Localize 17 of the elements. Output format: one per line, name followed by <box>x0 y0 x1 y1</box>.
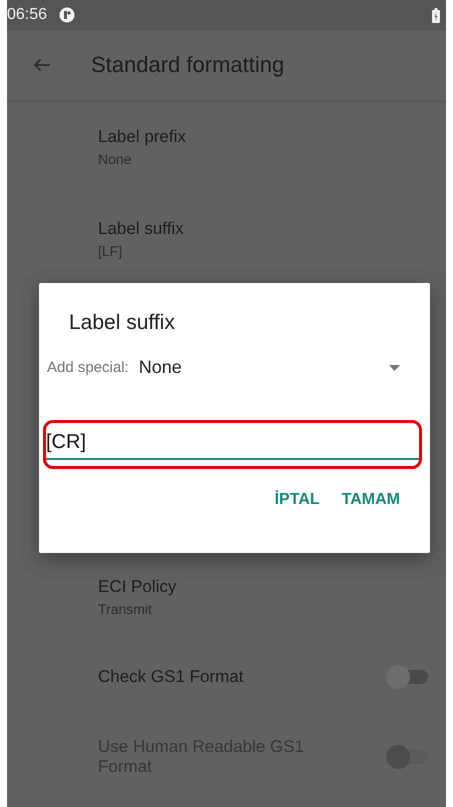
screen-title: Standard formatting <box>91 52 284 78</box>
notification-icon <box>59 7 76 23</box>
suffix-input-field[interactable]: [CR] <box>46 429 419 460</box>
battery-icon <box>432 8 440 22</box>
dialog-button[interactable]: TAMAM <box>334 483 408 517</box>
dropdown-caret-icon <box>389 364 400 370</box>
setting-title[interactable]: ECI Policy <box>98 577 348 597</box>
setting-title[interactable]: Label suffix <box>98 219 348 239</box>
clock: 06:56 <box>7 6 48 24</box>
dialog-button[interactable]: İPTAL <box>266 483 328 517</box>
back-icon[interactable] <box>33 58 51 72</box>
setting-title[interactable]: Check GS1 Format <box>98 667 348 687</box>
special-dropdown[interactable]: None <box>138 357 430 378</box>
special-label: Add special: <box>47 359 129 376</box>
setting-title[interactable]: Label prefix <box>98 127 348 147</box>
dialog-title: Label suffix <box>69 311 175 335</box>
toggle-switch[interactable] <box>386 665 428 689</box>
